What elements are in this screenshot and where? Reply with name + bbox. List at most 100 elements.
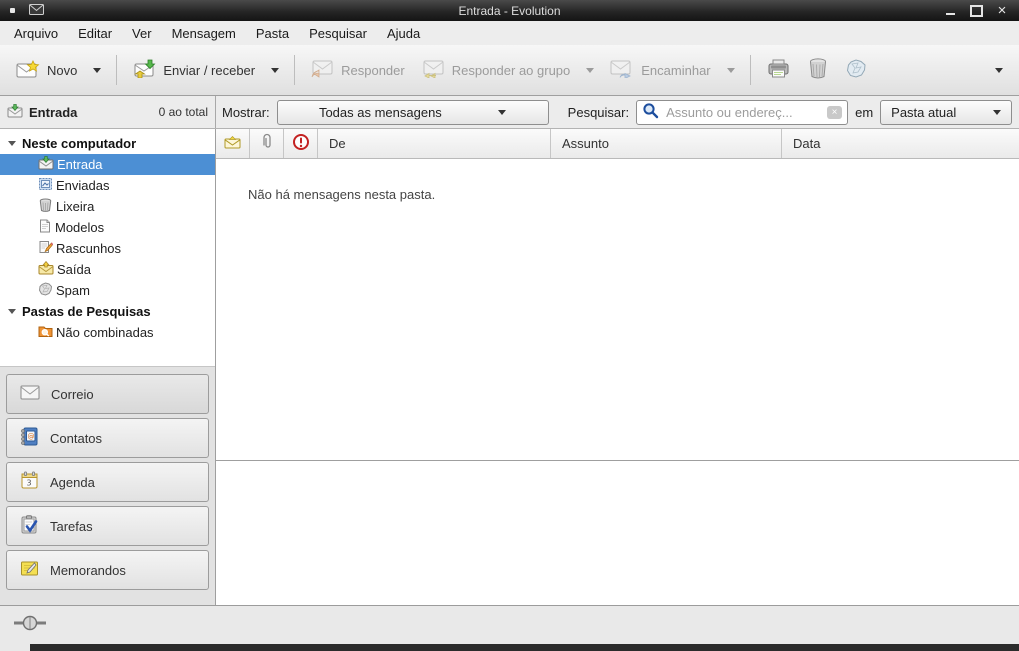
app-window-icon — [29, 4, 44, 18]
expander-icon[interactable] — [8, 309, 16, 314]
search-scope-value: Pasta atual — [891, 105, 956, 120]
view-switcher: Correio @ Contatos 3 Agenda — [0, 366, 215, 605]
filter-bar: Entrada 0 ao total Mostrar: Todas as men… — [0, 96, 1019, 129]
tasks-icon — [20, 515, 39, 537]
tree-section-search-folders[interactable]: Pastas de Pesquisas — [0, 301, 215, 322]
window-title: Entrada - Evolution — [0, 4, 1019, 18]
sidebar-item-lixeira[interactable]: Lixeira — [0, 196, 215, 217]
switcher-memos-button[interactable]: Memorandos — [6, 550, 209, 590]
search-input[interactable] — [664, 104, 822, 121]
message-status-icon — [224, 136, 241, 152]
reply-group-button[interactable]: Responder ao grupo — [413, 53, 579, 88]
switcher-label: Agenda — [50, 475, 95, 490]
folder-label: Modelos — [55, 220, 104, 235]
scope-label: em — [855, 105, 873, 120]
column-subject-label: Assunto — [562, 136, 609, 151]
svg-text:@: @ — [28, 433, 35, 441]
search-toolbar: Mostrar: Todas as mensagens Pesquisar: ×… — [216, 96, 1019, 128]
preview-pane[interactable] — [216, 461, 1019, 605]
clear-search-icon[interactable]: × — [827, 106, 842, 119]
menu-editar[interactable]: Editar — [68, 23, 122, 44]
window-menu-dot-icon[interactable] — [10, 8, 15, 13]
switcher-label: Correio — [51, 387, 94, 402]
reply-group-dropdown-arrow[interactable] — [578, 61, 602, 80]
sidebar-item-rascunhos[interactable]: Rascunhos — [0, 238, 215, 259]
sidebar-item-enviadas[interactable]: Enviadas — [0, 175, 215, 196]
menu-pasta[interactable]: Pasta — [246, 23, 299, 44]
send-receive-dropdown-arrow[interactable] — [263, 61, 287, 80]
menu-arquivo[interactable]: Arquivo — [4, 23, 68, 44]
delete-button[interactable] — [799, 52, 837, 88]
switcher-contacts-button[interactable]: @ Contatos — [6, 418, 209, 458]
column-from[interactable]: De — [318, 129, 551, 158]
switcher-calendar-button[interactable]: 3 Agenda — [6, 462, 209, 502]
switcher-mail-button[interactable]: Correio — [6, 374, 209, 414]
new-button-label: Novo — [47, 63, 77, 78]
folder-label: Spam — [56, 283, 90, 298]
column-from-label: De — [329, 136, 346, 151]
close-button[interactable]: × — [995, 5, 1009, 17]
folder-label: Não combinadas — [56, 325, 154, 340]
toolbar-overflow-arrow[interactable] — [987, 61, 1011, 80]
toolbar-separator — [294, 55, 295, 85]
sidebar-item-entrada[interactable]: Entrada — [0, 154, 215, 175]
switcher-label: Tarefas — [50, 519, 93, 534]
folder-label: Enviadas — [56, 178, 109, 193]
outbox-icon — [38, 261, 54, 278]
message-count: 0 ao total — [159, 105, 208, 119]
forward-label: Encaminhar — [641, 63, 710, 78]
expander-icon[interactable] — [8, 141, 16, 146]
toolbar: Novo Enviar / receber Responder Responde… — [0, 45, 1019, 96]
printer-icon — [767, 59, 790, 82]
print-button[interactable] — [758, 53, 799, 88]
folder-label: Saída — [57, 262, 91, 277]
folder-header: Entrada 0 ao total — [0, 96, 216, 128]
minimize-button[interactable] — [943, 5, 957, 17]
sidebar-item-nao-combinadas[interactable]: Não combinadas — [0, 322, 215, 343]
menu-ver[interactable]: Ver — [122, 23, 162, 44]
column-priority[interactable] — [284, 129, 318, 158]
folder-label: Lixeira — [56, 199, 94, 214]
new-button[interactable]: Novo — [8, 53, 85, 88]
message-list[interactable]: Não há mensagens nesta pasta. — [216, 159, 1019, 461]
templates-icon — [38, 219, 52, 236]
titlebar[interactable]: Entrada - Evolution × — [0, 0, 1019, 21]
column-attachment[interactable] — [250, 129, 284, 158]
forward-icon — [610, 60, 634, 81]
tree-section-label: Pastas de Pesquisas — [22, 304, 151, 319]
column-date[interactable]: Data — [782, 129, 1019, 158]
send-receive-button[interactable]: Enviar / receber — [124, 52, 263, 88]
column-subject[interactable]: Assunto — [551, 129, 782, 158]
reply-group-icon — [421, 60, 445, 81]
empty-folder-message: Não há mensagens nesta pasta. — [216, 159, 1019, 202]
reply-button[interactable]: Responder — [302, 53, 413, 88]
status-bar — [0, 605, 1019, 644]
switcher-label: Memorandos — [50, 563, 126, 578]
sidebar-item-modelos[interactable]: Modelos — [0, 217, 215, 238]
online-status-icon[interactable] — [13, 615, 47, 636]
priority-icon — [292, 133, 310, 154]
menubar: Arquivo Editar Ver Mensagem Pasta Pesqui… — [0, 21, 1019, 45]
reply-group-label: Responder ao grupo — [452, 63, 571, 78]
toolbar-separator — [750, 55, 751, 85]
search-scope-dropdown[interactable]: Pasta atual — [880, 100, 1012, 125]
menu-mensagem[interactable]: Mensagem — [162, 23, 246, 44]
window-controls: × — [943, 5, 1019, 17]
forward-button[interactable]: Encaminhar — [602, 53, 718, 88]
menu-ajuda[interactable]: Ajuda — [377, 23, 430, 44]
search-icon — [642, 102, 659, 122]
junk-button[interactable] — [837, 53, 876, 88]
sidebar-item-spam[interactable]: Spam — [0, 280, 215, 301]
switcher-tasks-button[interactable]: Tarefas — [6, 506, 209, 546]
sent-icon — [38, 177, 53, 194]
new-dropdown-arrow[interactable] — [85, 61, 109, 80]
junk-icon — [846, 59, 867, 82]
maximize-button[interactable] — [969, 5, 983, 17]
forward-dropdown-arrow[interactable] — [719, 61, 743, 80]
menu-pesquisar[interactable]: Pesquisar — [299, 23, 377, 44]
sidebar-item-saida[interactable]: Saída — [0, 259, 215, 280]
tree-section-computer[interactable]: Neste computador — [0, 133, 215, 154]
show-filter-dropdown[interactable]: Todas as mensagens — [277, 100, 549, 125]
column-status[interactable] — [216, 129, 250, 158]
show-filter-value: Todas as mensagens — [319, 105, 442, 120]
